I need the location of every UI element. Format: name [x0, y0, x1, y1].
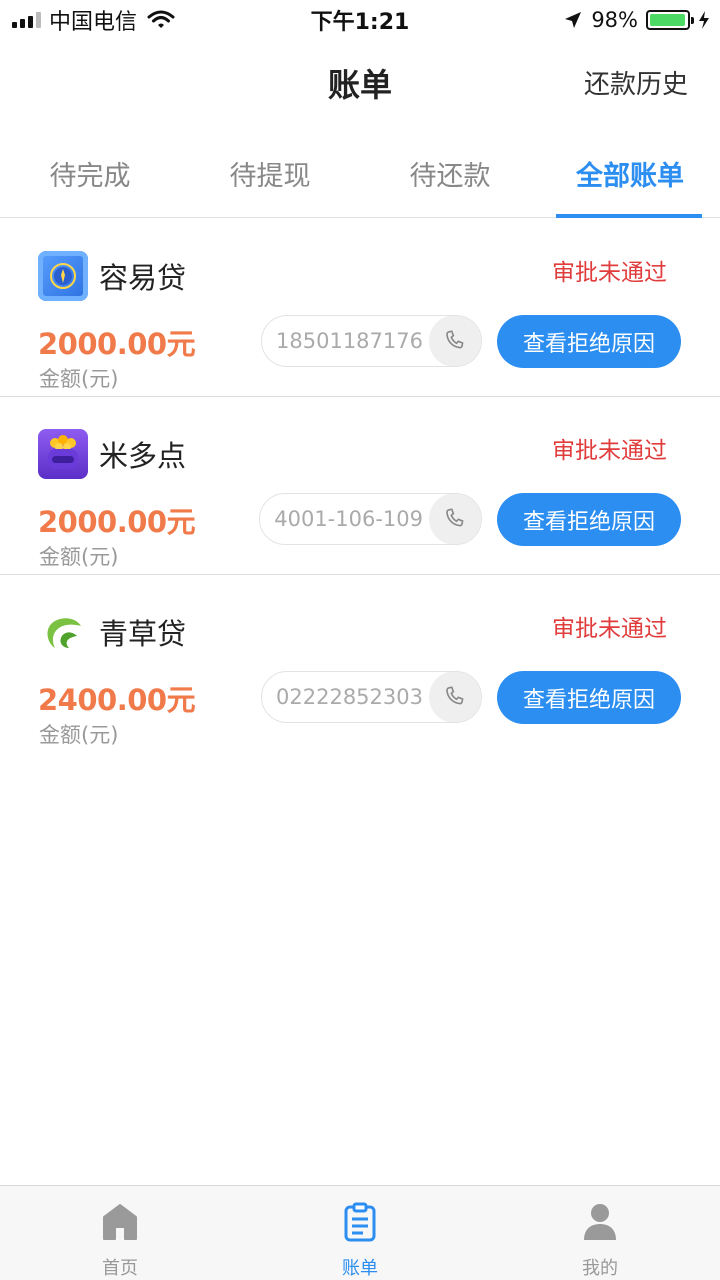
repayment-history-link[interactable]: 还款历史: [584, 64, 688, 101]
bill-list: 容易贷 审批未通过 2000.00元 金额(元) 18501187176 查看拒…: [0, 219, 720, 753]
tabbar-item-home[interactable]: 首页: [0, 1186, 240, 1280]
call-lender-button[interactable]: 4001-106-109: [259, 493, 482, 545]
bill-amount: 2000.00元: [38, 327, 196, 361]
tabbar-label: 我的: [582, 1258, 618, 1279]
home-icon: [100, 1202, 140, 1242]
status-bar-right: 98%: [563, 6, 710, 34]
phone-icon: [429, 672, 481, 722]
lender-phone-number: 4001-106-109: [274, 507, 423, 531]
view-rejection-reason-button[interactable]: 查看拒绝原因: [497, 493, 681, 546]
view-rejection-reason-button[interactable]: 查看拒绝原因: [497, 671, 681, 724]
status-bar: 中国电信 下午1:21 98%: [0, 0, 720, 40]
status-badge: 审批未通过: [552, 438, 667, 464]
bottom-tab-bar: 首页 账单 我的: [0, 1185, 720, 1280]
bill-card: 青草贷 审批未通过 2400.00元 金额(元) 02222852303 查看拒…: [0, 575, 720, 753]
tab-pending-complete[interactable]: 待完成: [0, 138, 180, 217]
phone-icon: [429, 494, 481, 544]
tab-pending-withdraw[interactable]: 待提现: [180, 138, 360, 217]
bill-card: 容易贷 审批未通过 2000.00元 金额(元) 18501187176 查看拒…: [0, 219, 720, 397]
tab-all-bills[interactable]: 全部账单: [540, 138, 720, 218]
bill-filter-tabs: 待完成 待提现 待还款 全部账单: [0, 138, 720, 218]
tabbar-item-bills[interactable]: 账单: [240, 1186, 480, 1280]
purple-coin-bag-logo: [38, 429, 88, 479]
lender-phone-number: 02222852303: [276, 685, 423, 709]
lender-phone-number: 18501187176: [276, 329, 423, 353]
bill-card: 米多点 审批未通过 2000.00元 金额(元) 4001-106-109 查看…: [0, 397, 720, 575]
navigation-bar: 账单 还款历史: [0, 40, 720, 124]
lender-name: 米多点: [99, 439, 187, 473]
amount-label: 金额(元): [39, 723, 119, 747]
profile-icon: [580, 1202, 620, 1242]
charging-bolt-icon: [699, 11, 709, 29]
status-badge: 审批未通过: [552, 616, 667, 642]
phone-icon: [429, 316, 481, 366]
amount-label: 金额(元): [39, 545, 119, 569]
bill-amount: 2000.00元: [38, 505, 196, 539]
tabbar-label: 账单: [342, 1258, 378, 1279]
bill-icon: [340, 1202, 380, 1242]
battery-icon: [646, 10, 694, 30]
battery-percent: 98%: [591, 8, 638, 32]
tabbar-item-profile[interactable]: 我的: [480, 1186, 720, 1280]
green-leaf-logo: [38, 607, 88, 657]
blue-target-logo: [38, 251, 88, 301]
call-lender-button[interactable]: 02222852303: [261, 671, 482, 723]
call-lender-button[interactable]: 18501187176: [261, 315, 482, 367]
tabbar-label: 首页: [102, 1258, 138, 1279]
amount-label: 金额(元): [39, 367, 119, 391]
location-arrow-icon: [565, 12, 582, 28]
tab-pending-repay[interactable]: 待还款: [360, 138, 540, 217]
status-badge: 审批未通过: [552, 260, 667, 286]
bill-amount: 2400.00元: [38, 683, 196, 717]
lender-name: 容易贷: [99, 261, 187, 295]
lender-name: 青草贷: [99, 617, 187, 651]
view-rejection-reason-button[interactable]: 查看拒绝原因: [497, 315, 681, 368]
